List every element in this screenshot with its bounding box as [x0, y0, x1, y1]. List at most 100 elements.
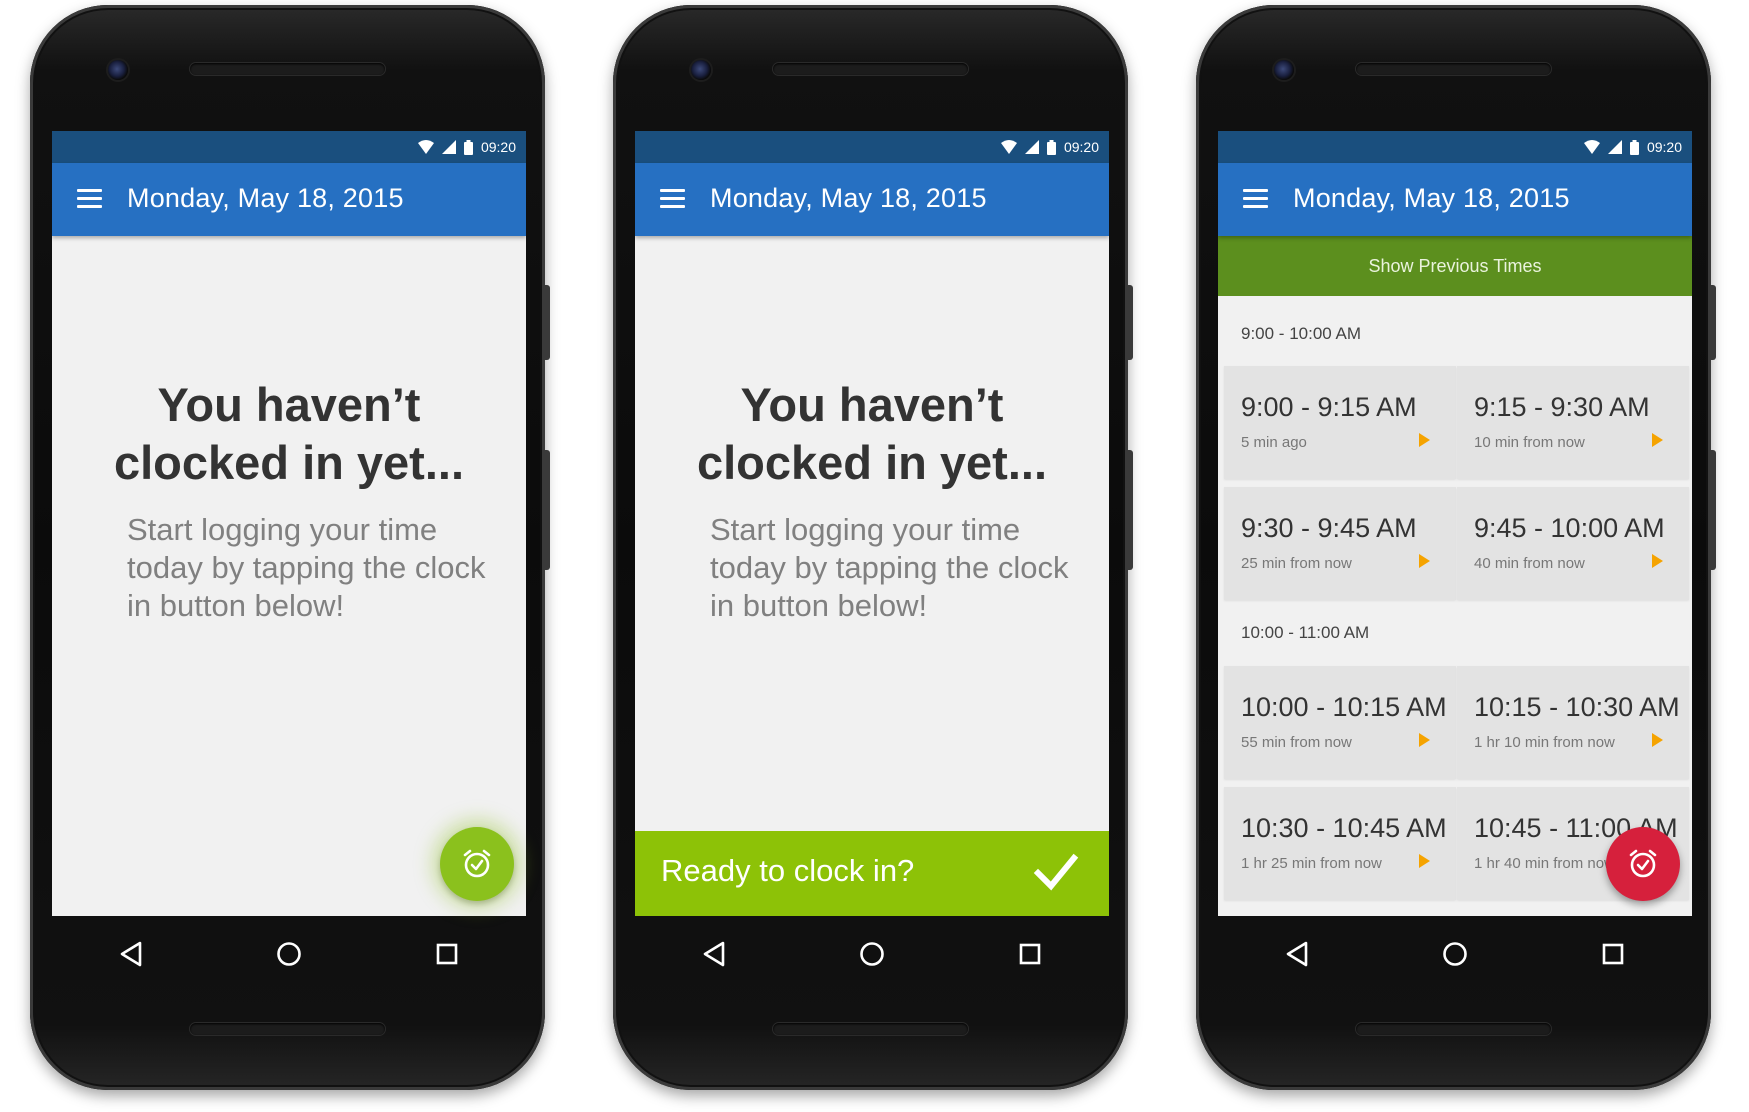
back-icon	[1286, 941, 1308, 966]
power-button	[1127, 450, 1133, 570]
phone-frame-1: 09:20 Monday, May 18, 2015 You haven’t c…	[30, 5, 550, 1090]
clock-in-fab[interactable]	[440, 827, 514, 901]
slot-relative-time: 1 hr 10 min from now	[1474, 734, 1615, 751]
app-bar: Monday, May 18, 2015	[635, 163, 1109, 236]
slot-relative-time: 40 min from now	[1474, 555, 1585, 572]
clock-in-fab[interactable]	[1606, 827, 1680, 901]
time-slot-card[interactable]: 9:45 - 10:00 AM 40 min from now	[1457, 487, 1689, 600]
power-button	[544, 450, 550, 570]
recents-icon	[1019, 943, 1041, 964]
app-bar-title: Monday, May 18, 2015	[127, 183, 404, 213]
slot-relative-time: 25 min from now	[1241, 555, 1352, 572]
slot-relative-time: 1 hr 25 min from now	[1241, 855, 1382, 872]
recents-button[interactable]	[1583, 924, 1643, 984]
play-arrow-icon[interactable]	[1419, 554, 1430, 568]
empty-state-title: You haven’t clocked in yet...	[635, 376, 1109, 492]
time-slot-card[interactable]: 9:30 - 9:45 AM 25 min from now	[1224, 487, 1456, 600]
confirm-label: Ready to clock in?	[661, 853, 915, 888]
slot-time: 9:15 - 9:30 AM	[1474, 392, 1650, 422]
earpiece-speaker	[190, 63, 385, 75]
time-slot-card[interactable]: 10:30 - 10:45 AM 1 hr 25 min from now	[1224, 787, 1456, 900]
play-arrow-icon[interactable]	[1652, 554, 1663, 568]
signal-icon	[1607, 140, 1622, 154]
home-button[interactable]	[1425, 924, 1485, 984]
status-time: 09:20	[1646, 139, 1682, 155]
menu-icon[interactable]	[660, 189, 685, 209]
wifi-icon	[417, 140, 434, 154]
status-bar: 09:20	[1218, 131, 1692, 163]
recents-icon	[436, 943, 458, 964]
clock-in-confirm-bar[interactable]: Ready to clock in?	[635, 831, 1109, 916]
play-arrow-icon[interactable]	[1419, 433, 1430, 447]
time-group-header: 9:00 - 10:00 AM	[1241, 324, 1362, 343]
home-button[interactable]	[842, 924, 902, 984]
status-bar: 09:20	[635, 131, 1109, 163]
battery-icon	[463, 139, 473, 155]
home-icon	[860, 941, 884, 966]
signal-icon	[441, 140, 456, 154]
recents-button[interactable]	[417, 924, 477, 984]
volume-button	[1127, 285, 1133, 360]
play-arrow-icon[interactable]	[1419, 854, 1430, 868]
home-button[interactable]	[259, 924, 319, 984]
empty-title-line-2: clocked in yet...	[696, 436, 1048, 489]
slot-time: 10:00 - 10:15 AM	[1241, 692, 1447, 722]
show-previous-times-button[interactable]: Show Previous Times	[1218, 236, 1692, 296]
bottom-speaker	[190, 1023, 385, 1035]
battery-icon	[1046, 139, 1056, 155]
status-bar: 09:20	[52, 131, 526, 163]
back-button[interactable]	[101, 924, 161, 984]
time-slot-card[interactable]: 9:15 - 9:30 AM 10 min from now	[1457, 366, 1689, 479]
back-button[interactable]	[684, 924, 744, 984]
system-nav-bar	[635, 916, 1109, 991]
app-bar: Monday, May 18, 2015	[1218, 163, 1692, 236]
alarm-check-icon	[463, 849, 491, 878]
screen: 09:20 Monday, May 18, 2015 You haven’t c…	[52, 131, 526, 916]
check-icon[interactable]	[1033, 849, 1079, 895]
empty-state-title: You haven’t clocked in yet...	[52, 376, 526, 492]
bottom-speaker	[1356, 1023, 1551, 1035]
time-slot-card[interactable]: 10:00 - 10:15 AM 55 min from now	[1224, 666, 1456, 779]
back-button[interactable]	[1267, 924, 1327, 984]
phone-frame-2: 09:20 Monday, May 18, 2015 You haven’t c…	[613, 5, 1133, 1090]
wifi-icon	[1000, 140, 1017, 154]
back-icon	[703, 941, 725, 966]
screen: 09:20 Monday, May 18, 2015 Show Previous…	[1218, 131, 1692, 916]
slot-time: 9:30 - 9:45 AM	[1241, 513, 1417, 543]
earpiece-speaker	[773, 63, 968, 75]
slot-time: 9:45 - 10:00 AM	[1474, 513, 1665, 543]
home-icon	[1443, 941, 1467, 966]
slot-relative-time: 10 min from now	[1474, 434, 1585, 451]
play-arrow-icon[interactable]	[1652, 433, 1663, 447]
volume-button	[544, 285, 550, 360]
home-icon	[277, 941, 301, 966]
play-arrow-icon[interactable]	[1419, 733, 1430, 747]
app-bar: Monday, May 18, 2015	[52, 163, 526, 236]
app-bar-title: Monday, May 18, 2015	[710, 183, 987, 213]
status-time: 09:20	[480, 139, 516, 155]
signal-icon	[1024, 140, 1039, 154]
time-group-header: 10:00 - 11:00 AM	[1241, 623, 1370, 642]
time-slot-card[interactable]: 9:00 - 9:15 AM 5 min ago	[1224, 366, 1456, 479]
menu-icon[interactable]	[77, 189, 102, 209]
play-arrow-icon[interactable]	[1652, 733, 1663, 747]
empty-title-line-1: You haven’t	[157, 378, 421, 431]
empty-title-line-1: You haven’t	[740, 378, 1004, 431]
time-slot-card[interactable]: 10:15 - 10:30 AM 1 hr 10 min from now	[1457, 666, 1689, 779]
recents-button[interactable]	[1000, 924, 1060, 984]
phone-frame-3: 09:20 Monday, May 18, 2015 Show Previous…	[1196, 5, 1716, 1090]
slot-relative-time: 55 min from now	[1241, 734, 1352, 751]
empty-state-subtitle: Start logging your time today by tapping…	[710, 512, 1069, 623]
back-icon	[120, 941, 142, 966]
slot-relative-time: 5 min ago	[1241, 434, 1307, 451]
volume-button	[1710, 285, 1716, 360]
system-nav-bar	[1218, 916, 1692, 991]
system-nav-bar	[52, 916, 526, 991]
menu-icon[interactable]	[1243, 189, 1268, 209]
slot-relative-time: 1 hr 40 min from now	[1474, 855, 1615, 872]
bottom-speaker	[773, 1023, 968, 1035]
slot-time: 9:00 - 9:15 AM	[1241, 392, 1417, 422]
earpiece-speaker	[1356, 63, 1551, 75]
recents-icon	[1602, 943, 1624, 964]
status-time: 09:20	[1063, 139, 1099, 155]
